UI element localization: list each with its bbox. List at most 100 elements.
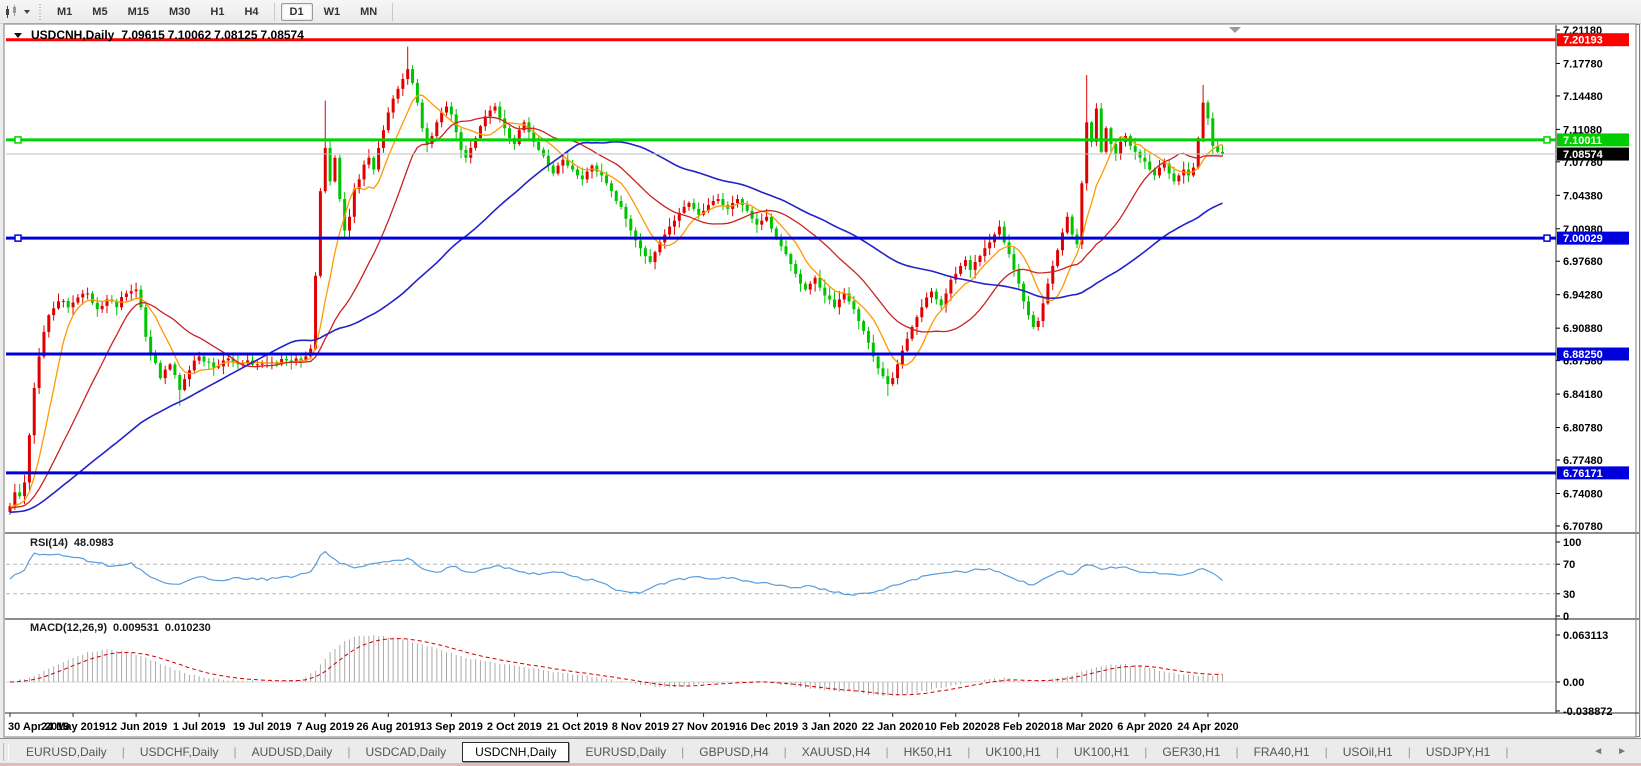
price-tick-label: 6.70780	[1563, 521, 1603, 533]
candle-body	[33, 388, 36, 435]
candle-body	[183, 379, 186, 390]
candle-body	[406, 69, 409, 79]
date-tick-label: 18 Mar 2020	[1051, 721, 1113, 733]
candle-body	[169, 364, 172, 369]
candle-body	[770, 217, 773, 229]
chart-tab-ger30-h1[interactable]: GER30,H1	[1148, 742, 1234, 762]
date-tick-label: 6 Apr 2020	[1117, 721, 1172, 733]
chart-tab-usdcad-daily[interactable]: USDCAD,Daily	[351, 742, 460, 762]
chart-tab-usoil-h1[interactable]: USOil,H1	[1329, 742, 1407, 762]
candle-body	[571, 166, 574, 170]
candle-body	[915, 317, 918, 327]
hline-handle[interactable]	[1544, 137, 1550, 143]
tabs-scroll-left-icon[interactable]: ◄	[1593, 746, 1603, 757]
macd-name: MACD(12,26,9)	[30, 622, 107, 634]
candle-body	[542, 150, 545, 156]
price-chart-canvas[interactable]: 7.211807.177807.144807.110807.077807.043…	[0, 0, 1641, 738]
candle-body	[785, 246, 788, 254]
candle-body	[13, 492, 16, 506]
candle-body	[256, 364, 259, 365]
candle-body	[809, 284, 812, 290]
candle-body	[1163, 164, 1166, 168]
chart-tab-eurusd-daily[interactable]: EURUSD,Daily	[12, 742, 121, 762]
candle-body	[435, 122, 438, 136]
rsi-name: RSI(14)	[30, 537, 68, 549]
chart-tab-audusd-daily[interactable]: AUDUSD,Daily	[238, 742, 347, 762]
hline-handle[interactable]	[15, 137, 21, 143]
date-tick-label: 24 Apr 2020	[1177, 721, 1238, 733]
candle-body	[1003, 227, 1006, 243]
candle-body	[1027, 301, 1030, 315]
candle-body	[557, 166, 560, 174]
chart-tab-xauusd-h4[interactable]: XAUUSD,H4	[788, 742, 885, 762]
chart-tab-usdcnh-daily[interactable]: USDCNH,Daily	[462, 742, 569, 762]
candle-body	[605, 175, 608, 183]
candle-body	[1032, 315, 1035, 327]
date-tick-label: 13 Sep 2019	[420, 721, 483, 733]
date-tick-label: 22 Jan 2020	[862, 721, 924, 733]
candle-body	[489, 110, 492, 116]
date-tick-label: 2 Oct 2019	[487, 721, 542, 733]
price-badge-label: 7.00029	[1563, 233, 1603, 245]
candle-body	[198, 356, 201, 360]
candle-body	[1139, 152, 1142, 158]
candle-body	[935, 292, 938, 300]
date-tick-label: 19 Jul 2019	[233, 721, 292, 733]
candle-body	[1071, 217, 1074, 235]
candle-body	[959, 266, 962, 274]
chart-tab-hk50-h1[interactable]: HK50,H1	[890, 742, 967, 762]
rsi-value: 48.0983	[74, 537, 114, 549]
hline-handle[interactable]	[15, 235, 21, 241]
candle-body	[498, 107, 501, 119]
candle-body	[193, 361, 196, 371]
candle-body	[300, 358, 303, 359]
chart-tab-gbpusd-h4[interactable]: GBPUSD,H4	[685, 742, 782, 762]
candle-body	[38, 356, 41, 387]
candle-body	[741, 199, 744, 205]
hline-handle[interactable]	[1544, 235, 1550, 241]
ohlc-open: 7.09615	[121, 28, 164, 42]
candle-body	[173, 364, 176, 375]
date-tick-label: 8 Nov 2019	[612, 721, 669, 733]
candle-body	[930, 292, 933, 298]
candle-body	[688, 203, 691, 207]
collapse-caret-icon[interactable]	[14, 33, 22, 38]
candle-body	[159, 363, 162, 378]
candle-body	[692, 203, 695, 209]
candle-body	[979, 256, 982, 262]
candle-body	[319, 191, 322, 276]
candle-body	[469, 148, 472, 158]
chart-tab-uk100-h1[interactable]: UK100,H1	[1060, 742, 1143, 762]
candle-body	[96, 303, 99, 310]
candle-body	[207, 362, 210, 363]
chart-tab-uk100-h1[interactable]: UK100,H1	[971, 742, 1054, 762]
candle-body	[421, 103, 424, 129]
candle-body	[1177, 175, 1180, 181]
candle-body	[1100, 109, 1103, 152]
candle-body	[57, 301, 60, 308]
date-tick-label: 3 Jan 2020	[802, 721, 858, 733]
candle-body	[445, 107, 448, 113]
chart-tab-eurusd-daily[interactable]: EURUSD,Daily	[571, 742, 680, 762]
candle-body	[755, 219, 758, 225]
candle-body	[372, 158, 375, 170]
candle-body	[203, 356, 206, 361]
rsi-label: RSI(14) 48.0983	[30, 537, 114, 549]
candle-body	[867, 331, 870, 343]
chart-tab-usdjpy-h1[interactable]: USDJPY,H1	[1412, 742, 1504, 762]
candle-body	[450, 107, 453, 115]
chart-symbol-label: USDCNH,Daily	[31, 28, 114, 42]
chart-tab-fra40-h1[interactable]: FRA40,H1	[1240, 742, 1324, 762]
candle-body	[212, 362, 215, 367]
tabs-scroll-right-icon[interactable]: ►	[1617, 746, 1627, 757]
candle-body	[765, 217, 768, 221]
candle-body	[135, 290, 138, 292]
macd-scale-label: -0.038872	[1563, 706, 1613, 718]
date-tick-label: 1 Jul 2019	[173, 721, 226, 733]
candle-body	[799, 274, 802, 284]
date-tick-label: 10 Feb 2020	[925, 721, 987, 733]
candle-body	[586, 171, 589, 179]
candle-body	[392, 99, 395, 113]
price-tick-label: 6.97680	[1563, 256, 1603, 268]
chart-tab-usdchf-daily[interactable]: USDCHF,Daily	[126, 742, 233, 762]
